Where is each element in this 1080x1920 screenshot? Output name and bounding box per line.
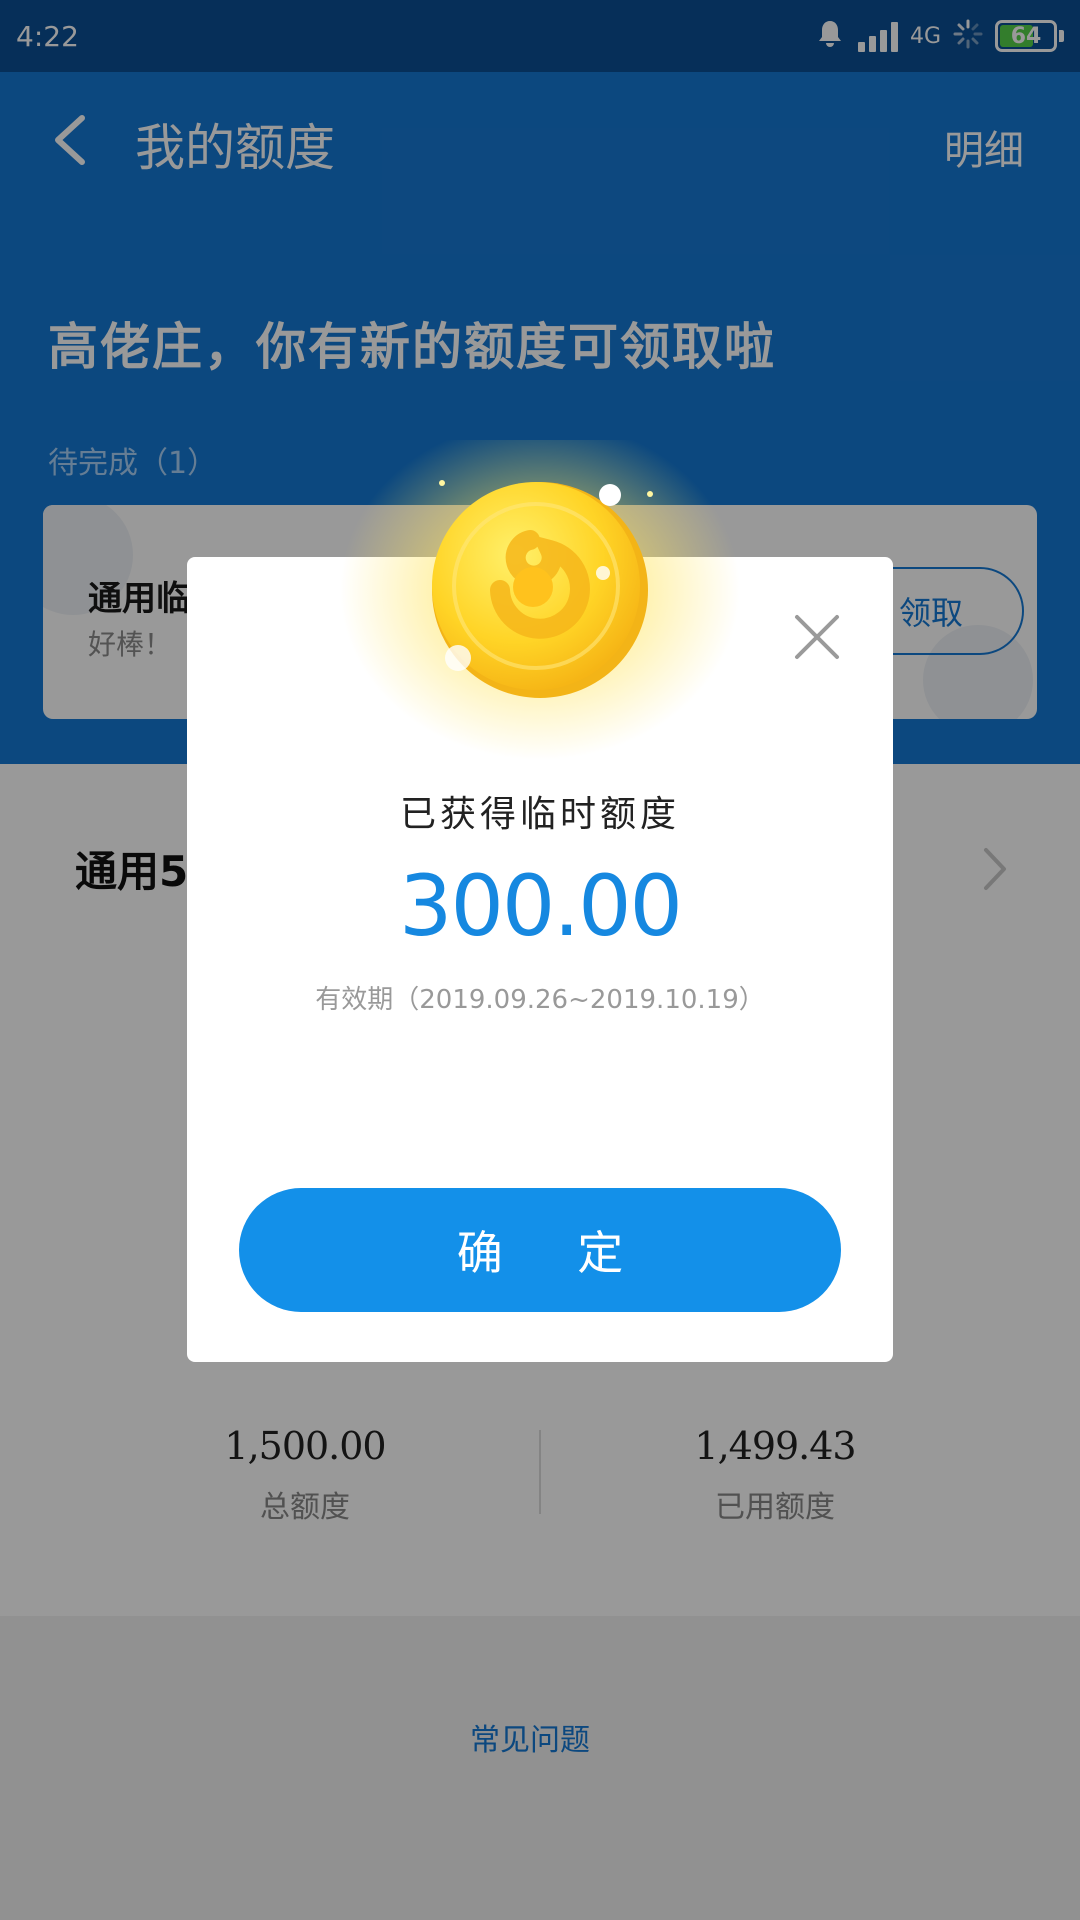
coin-icon	[330, 420, 750, 800]
close-icon[interactable]	[787, 607, 847, 667]
confirm-button[interactable]: 确 定	[239, 1188, 841, 1312]
dialog-amount: 300.00	[399, 857, 683, 955]
dialog-validity: 有效期（2019.09.26~2019.10.19）	[315, 985, 765, 1015]
